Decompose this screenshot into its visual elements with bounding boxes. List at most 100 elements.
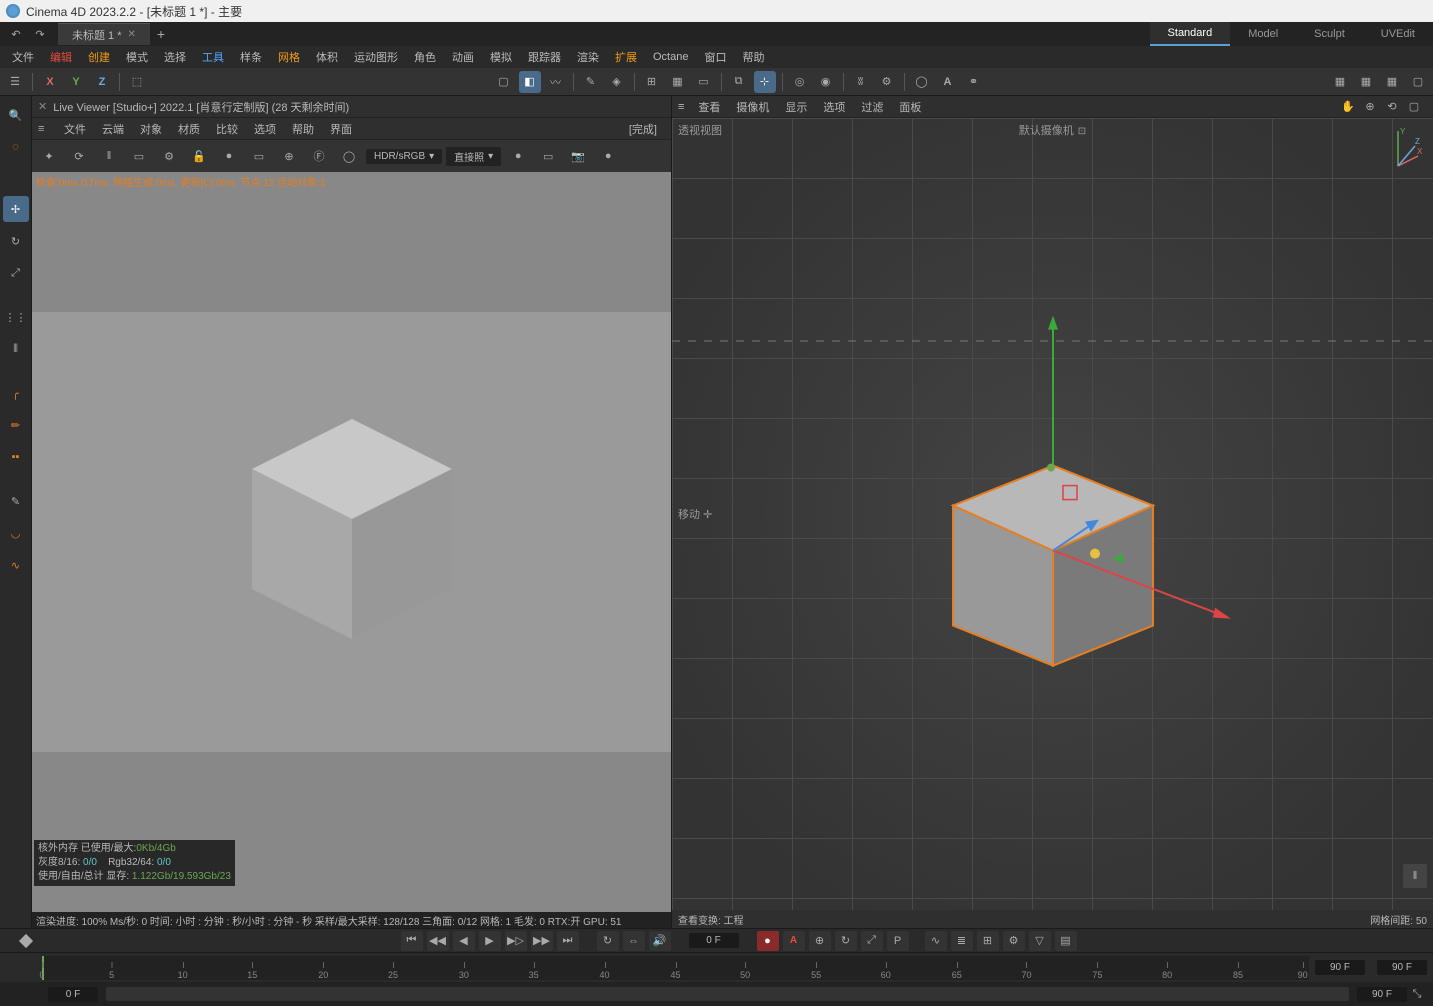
close-panel-icon[interactable]: ✕ [38, 100, 47, 113]
add-tab-button[interactable]: + [150, 26, 172, 42]
prev-frame-button[interactable]: ◀ [453, 931, 475, 951]
menu-select[interactable]: 选择 [156, 46, 194, 68]
viewport-burger-icon[interactable]: ≡ [678, 101, 690, 113]
coord-system-icon[interactable]: ⬚ [126, 71, 148, 93]
render-settings-icon[interactable]: ▦ [1381, 71, 1403, 93]
move-tool-icon[interactable]: ✢ [3, 196, 29, 222]
spline-icon[interactable]: 〰 [545, 71, 567, 93]
lv-focus-icon[interactable]: Ⓕ [306, 143, 332, 169]
menu-simulate[interactable]: 模拟 [482, 46, 520, 68]
layout-tab-sculpt[interactable]: Sculpt [1296, 22, 1363, 46]
marker-icon[interactable]: ▽ [1029, 931, 1051, 951]
play-button[interactable]: ▶ [479, 931, 501, 951]
range-start-field[interactable]: 0 F [48, 987, 98, 1002]
menu-create[interactable]: 创建 [80, 46, 118, 68]
close-tab-icon[interactable]: ✕ [128, 29, 136, 40]
camera-lock-icon[interactable]: ⊡ [1078, 126, 1086, 137]
target-icon[interactable]: ◎ [789, 71, 811, 93]
fcurve-icon[interactable]: ∿ [925, 931, 947, 951]
axis-widget[interactable]: Y X Z [1373, 126, 1423, 176]
menu-help[interactable]: 帮助 [734, 46, 772, 68]
bake-icon[interactable]: ▤ [1055, 931, 1077, 951]
key-pos-button[interactable]: ⊕ [809, 931, 831, 951]
timeline-track[interactable]: 0 5 10 15 20 25 30 35 40 45 50 55 60 65 … [42, 956, 1309, 980]
layout-tab-model[interactable]: Model [1230, 22, 1296, 46]
lv-clay-icon[interactable]: ▭ [246, 143, 272, 169]
menu-extensions[interactable]: 扩展 [607, 46, 645, 68]
vp-menu-options[interactable]: 选项 [815, 99, 853, 115]
spline-tool-icon[interactable]: ∿ [3, 552, 29, 578]
motion-icon[interactable]: ⊞ [977, 931, 999, 951]
menu-animate[interactable]: 动画 [444, 46, 482, 68]
lv-lock-icon[interactable]: 🔓 [186, 143, 212, 169]
menu-edit[interactable]: 编辑 [42, 46, 80, 68]
lv-camera-icon[interactable]: 📷 [565, 143, 591, 169]
axis-y-toggle[interactable]: Y [65, 71, 87, 93]
goto-start-button[interactable]: ⏮ [401, 931, 423, 951]
lv-sphere-icon[interactable]: ● [216, 143, 242, 169]
menu-render[interactable]: 渲染 [569, 46, 607, 68]
spiral-icon[interactable]: ◉ [815, 71, 837, 93]
lv-settings-icon[interactable]: ⚙ [156, 143, 182, 169]
menu-octane[interactable]: Octane [645, 46, 696, 68]
lv-mask-icon[interactable]: ◯ [336, 143, 362, 169]
dope-icon[interactable]: ≣ [951, 931, 973, 951]
current-frame-field[interactable]: 0 F [689, 933, 739, 948]
vp-menu-panel[interactable]: 面板 [891, 99, 929, 115]
menu-spline[interactable]: 样条 [232, 46, 270, 68]
axis-x-toggle[interactable]: X [39, 71, 61, 93]
goto-end-button[interactable]: ⏭ [557, 931, 579, 951]
menu-mode[interactable]: 模式 [118, 46, 156, 68]
field-icon[interactable]: ▦ [667, 71, 689, 93]
render-view-icon[interactable]: ▦ [1329, 71, 1351, 93]
viewport-pause-button[interactable]: ‖ [1403, 864, 1427, 888]
vp-menu-display[interactable]: 显示 [777, 99, 815, 115]
live-select-icon[interactable]: ◌ [3, 134, 29, 160]
menu-tools[interactable]: 工具 [194, 46, 232, 68]
key-param-button[interactable]: P [887, 931, 909, 951]
timeline-ruler[interactable]: 0 5 10 15 20 25 30 35 40 45 50 55 60 65 … [0, 952, 1433, 982]
lv-pause-icon[interactable]: ‖ [96, 143, 122, 169]
key-scale-button[interactable]: ⤢ [861, 931, 883, 951]
timeline-settings-icon[interactable]: ⚙ [1003, 931, 1025, 951]
vp-pan-icon[interactable]: ✋ [1339, 98, 1357, 116]
scene-cube[interactable] [863, 296, 1243, 716]
vp-orbit-icon[interactable]: ⟲ [1383, 98, 1401, 116]
sculpt-tool-icon[interactable]: ◡ [3, 520, 29, 546]
edges-mode-icon[interactable]: ⫴ [3, 336, 29, 362]
cube-selected-icon[interactable]: ◧ [519, 71, 541, 93]
points-mode-icon[interactable]: ⋮⋮ [3, 304, 29, 330]
paint-tool-icon[interactable]: ✎ [3, 488, 29, 514]
autokey-button[interactable]: A [783, 931, 805, 951]
lv-menu-material[interactable]: 材质 [170, 121, 208, 137]
cube-primitive-icon[interactable]: ▢ [493, 71, 515, 93]
rigid-icon[interactable]: ▭ [693, 71, 715, 93]
lv-menu-cloud[interactable]: 云端 [94, 121, 132, 137]
light-icon[interactable]: A [937, 71, 959, 93]
lv-menu-compare[interactable]: 比较 [208, 121, 246, 137]
loop-button[interactable]: ↻ [597, 931, 619, 951]
lv-menu-object[interactable]: 对象 [132, 121, 170, 137]
undo-button[interactable]: ↶ [6, 25, 26, 43]
menu-mograph[interactable]: 运动图形 [346, 46, 406, 68]
lv-region-icon[interactable]: ▭ [126, 143, 152, 169]
scale-tool-icon[interactable]: ⤢ [3, 260, 29, 286]
picture-viewer-icon[interactable]: ▢ [1407, 71, 1429, 93]
next-frame-button[interactable]: ▶▷ [505, 931, 527, 951]
menu-file[interactable]: 文件 [4, 46, 42, 68]
next-key-button[interactable]: ▶▶ [531, 931, 553, 951]
document-tab[interactable]: 未标题 1 * ✕ [58, 23, 150, 45]
render-region-icon[interactable]: ▦ [1355, 71, 1377, 93]
range-button[interactable]: ⇔ [623, 931, 645, 951]
key-rot-button[interactable]: ↻ [835, 931, 857, 951]
lv-light-dropdown[interactable]: 直接照 ▾ [446, 147, 501, 166]
lv-dot-icon[interactable]: ● [505, 143, 531, 169]
rotate-tool-icon[interactable]: ↻ [3, 228, 29, 254]
layout-tab-uvedit[interactable]: UVEdit [1363, 22, 1433, 46]
menu-character[interactable]: 角色 [406, 46, 444, 68]
vp-maximize-icon[interactable]: ▢ [1405, 98, 1423, 116]
snap-icon[interactable]: ⧉ [728, 71, 750, 93]
range-expand-icon[interactable]: ⤡ [1407, 988, 1427, 1001]
brush-icon[interactable]: ✏ [3, 412, 29, 438]
viewport-canvas[interactable]: 透视视图 默认摄像机⊡ 移动 ✛ Y X Z [672, 118, 1433, 910]
